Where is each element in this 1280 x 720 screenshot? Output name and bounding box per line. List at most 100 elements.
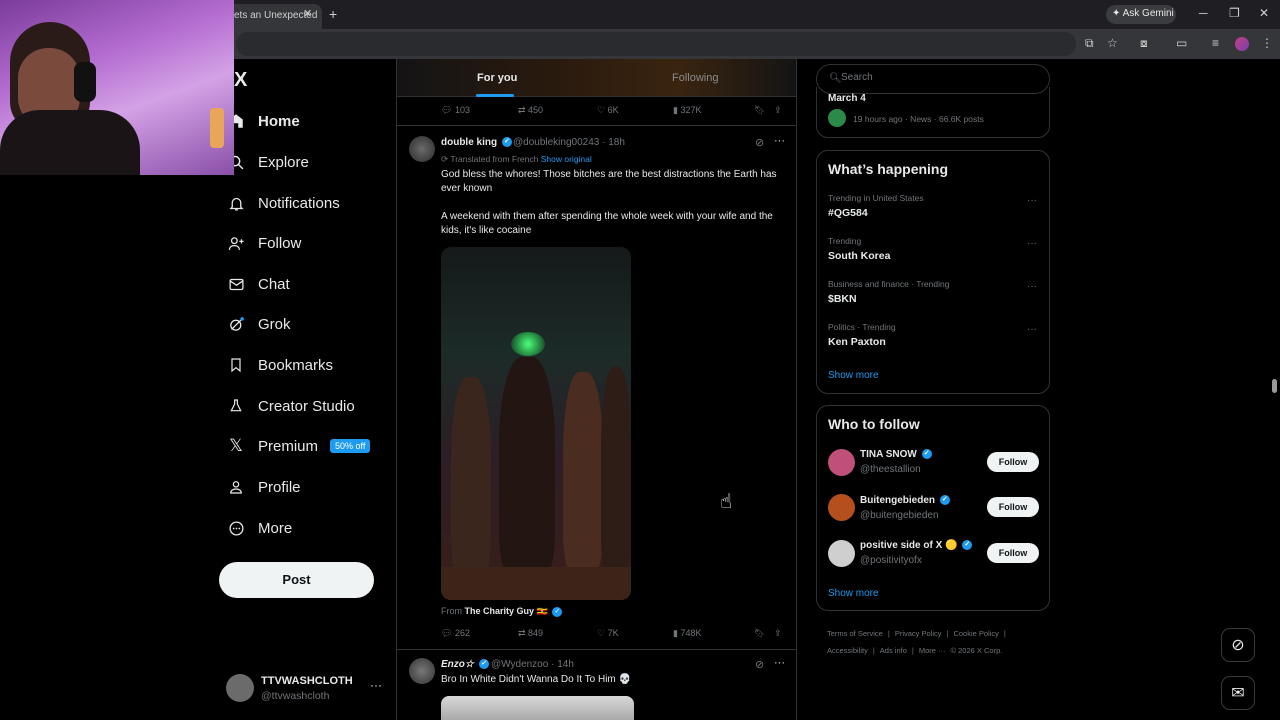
- new-tab-button[interactable]: +: [329, 6, 337, 22]
- repost-count: 450: [528, 105, 544, 115]
- tweet-author-name[interactable]: Enzo☆ ✓: [441, 659, 489, 670]
- tab-for-you[interactable]: For you: [477, 72, 517, 84]
- grok-icon[interactable]: ⊘: [755, 658, 764, 671]
- reply-count: 103: [454, 105, 470, 115]
- show-original-link[interactable]: Show original: [541, 154, 592, 164]
- more-icon[interactable]: ···: [1027, 238, 1037, 249]
- share-icon[interactable]: ⇪: [774, 628, 782, 639]
- divider: [397, 649, 796, 650]
- like-button[interactable]: ♡ 7K: [597, 628, 619, 639]
- post-button[interactable]: Post: [219, 562, 374, 598]
- more-icon[interactable]: ···: [370, 678, 382, 692]
- suggestion-name-text: Buitengebieden: [860, 495, 936, 506]
- grok-icon[interactable]: ⊘: [755, 136, 764, 149]
- news-card[interactable]: March 4 19 hours ago · News · 66.6K post…: [816, 87, 1050, 138]
- tweet-time[interactable]: · 18h: [602, 137, 625, 148]
- search-input[interactable]: [841, 72, 1021, 83]
- omnibox[interactable]: [236, 32, 1076, 56]
- more-icon[interactable]: ···: [1027, 281, 1037, 292]
- views-button[interactable]: ▮ 748K: [673, 628, 701, 639]
- sidebar-item-notifications[interactable]: Notifications: [226, 188, 340, 218]
- author-handle[interactable]: @doubleking00243: [513, 137, 599, 148]
- avatar[interactable]: [409, 136, 435, 162]
- webcam-overlay: [0, 0, 234, 175]
- like-count: 6K: [607, 105, 619, 115]
- author-handle[interactable]: @Wydenzoo: [491, 659, 548, 670]
- close-window-icon[interactable]: ✕: [1259, 6, 1269, 20]
- account-switcher[interactable]: TTVWASHCLOTH @ttvwashcloth ···: [226, 672, 386, 706]
- webcam-background-object: [210, 108, 224, 148]
- sidepanel-icon[interactable]: ▭: [1176, 36, 1187, 50]
- more-icon[interactable]: ···: [774, 657, 785, 669]
- media-icon[interactable]: ≡: [1212, 36, 1219, 50]
- repost-button[interactable]: ⇄ 849: [518, 628, 543, 639]
- suggestion-name: positive side of X 🟡 ✓: [860, 540, 973, 551]
- tweet-author-name[interactable]: double king ✓: [441, 137, 512, 148]
- footer-link-cookies[interactable]: Cookie Policy: [953, 629, 998, 638]
- sidebar-item-profile[interactable]: Profile: [226, 472, 301, 502]
- tweet-time[interactable]: · 14h: [551, 659, 574, 670]
- browser-profile-avatar[interactable]: [1235, 37, 1249, 51]
- tweet-author-meta: @Wydenzoo · 14h: [491, 659, 574, 670]
- sidebar-item-home[interactable]: Home: [226, 106, 300, 136]
- reply-button[interactable]: 💬︎ 103: [441, 105, 470, 116]
- tab-close-icon[interactable]: ✕: [303, 7, 312, 20]
- show-more-link[interactable]: Show more: [828, 370, 879, 381]
- bookmark-icon[interactable]: 🔖︎: [754, 628, 765, 639]
- follow-button[interactable]: Follow: [987, 543, 1039, 563]
- trend-meta: Trending: [828, 236, 862, 246]
- footer-link-more[interactable]: More ···: [919, 646, 946, 655]
- more-icon[interactable]: ···: [1027, 324, 1037, 335]
- sidebar-item-follow[interactable]: Follow: [226, 228, 301, 258]
- sidebar-item-more[interactable]: More: [226, 513, 292, 543]
- section-title: Who to follow: [828, 416, 920, 432]
- sidebar-item-chat[interactable]: Chat: [226, 269, 290, 299]
- more-circle-icon: [226, 518, 246, 538]
- grok-fab-button[interactable]: ⊘: [1221, 628, 1255, 662]
- add-user-icon: [226, 233, 246, 253]
- share-icon[interactable]: ⇪: [774, 105, 782, 116]
- views-button[interactable]: ▮ 327K: [673, 105, 701, 116]
- follow-button[interactable]: Follow: [987, 497, 1039, 517]
- more-icon[interactable]: ···: [1027, 195, 1037, 206]
- browser-menu-icon[interactable]: ⋮: [1261, 36, 1273, 50]
- bell-icon: [226, 193, 246, 213]
- footer-separator: |: [911, 646, 914, 655]
- footer-link-ads[interactable]: Ads info: [880, 646, 907, 655]
- sidebar-item-bookmarks[interactable]: Bookmarks: [226, 350, 333, 380]
- scrollbar-thumb[interactable]: [1272, 379, 1277, 393]
- sidebar-item-grok[interactable]: Grok: [226, 309, 291, 339]
- sidebar-item-creator-studio[interactable]: Creator Studio: [226, 391, 355, 421]
- sidebar-item-premium[interactable]: 𝕏 Premium 50% off: [226, 431, 371, 461]
- view-count: 327K: [680, 105, 702, 115]
- footer-link-privacy[interactable]: Privacy Policy: [895, 629, 942, 638]
- repost-button[interactable]: ⇄ 450: [518, 105, 543, 116]
- footer-link-accessibility[interactable]: Accessibility: [827, 646, 868, 655]
- tweet-video[interactable]: [441, 247, 631, 600]
- install-icon[interactable]: ⧉: [1085, 36, 1094, 51]
- ask-gemini-button[interactable]: ✦ Ask Gemini: [1106, 5, 1176, 24]
- tweet-video[interactable]: [441, 696, 634, 720]
- tab-following[interactable]: Following: [672, 72, 718, 84]
- tweet-actions: 💬︎ 262 ⇄ 849 ♡ 7K ▮ 748K 🔖︎ ⇪: [441, 626, 782, 642]
- sidebar-item-label: Profile: [258, 478, 301, 496]
- x-logo[interactable]: X: [234, 69, 247, 92]
- messages-fab-button[interactable]: ✉: [1221, 676, 1255, 710]
- extensions-icon[interactable]: ⧇: [1140, 36, 1148, 51]
- star-icon[interactable]: ☆: [1107, 36, 1118, 50]
- view-count: 748K: [680, 628, 702, 638]
- minimize-icon[interactable]: ─: [1199, 6, 1208, 20]
- maximize-icon[interactable]: ❐: [1229, 6, 1240, 20]
- reply-button[interactable]: 💬︎ 262: [441, 628, 470, 639]
- mouse-cursor-icon: ☝︎: [720, 491, 733, 513]
- avatar[interactable]: [409, 658, 435, 684]
- footer-link-terms[interactable]: Terms of Service: [827, 629, 883, 638]
- show-more-link[interactable]: Show more: [828, 588, 879, 599]
- more-icon[interactable]: ···: [774, 135, 785, 147]
- source-account[interactable]: The Charity Guy 🇺🇬: [465, 606, 548, 616]
- verified-icon: ✓: [501, 137, 512, 148]
- bookmark-icon[interactable]: 🔖︎: [754, 105, 765, 116]
- follow-button[interactable]: Follow: [987, 452, 1039, 472]
- sidebar-item-explore[interactable]: Explore: [226, 147, 309, 177]
- like-button[interactable]: ♡ 6K: [597, 105, 619, 116]
